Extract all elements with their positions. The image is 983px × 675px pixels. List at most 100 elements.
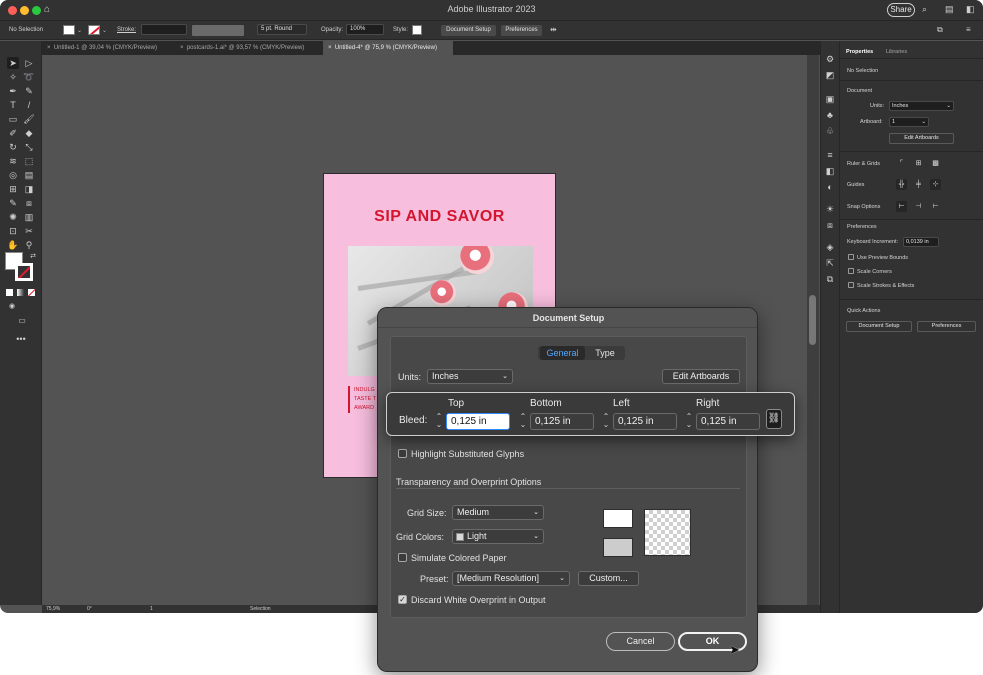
arrange-icon[interactable]: ⧉ (937, 25, 943, 35)
selection-tool-icon[interactable]: ➤ (7, 57, 19, 69)
lasso-tool-icon[interactable]: ➰ (23, 71, 35, 83)
layers-panel-icon[interactable]: ◈ (824, 241, 836, 253)
scale-tool-icon[interactable]: ⤡ (23, 141, 35, 153)
bleed-top-stepper-icon[interactable]: ⌃ ⌄ (433, 413, 445, 430)
snap-to-point-icon[interactable]: ⊢ (896, 201, 907, 212)
search-icon[interactable]: ⌕ (922, 4, 927, 15)
document-setup-button[interactable]: Document Setup (441, 25, 496, 36)
rulers-icon[interactable]: ⌜ (896, 158, 907, 169)
current-tool[interactable]: Selection (250, 606, 271, 612)
variable-width-profile[interactable] (192, 25, 244, 36)
doc-tab-postcards[interactable]: × postcards-1.ai* @ 93,57 % (CMYK/Previe… (175, 41, 323, 55)
artboard-tool-icon[interactable]: ⊡ (7, 225, 19, 237)
hand-tool-icon[interactable]: ✋ (7, 239, 19, 251)
none-mode-icon[interactable] (28, 289, 35, 296)
transparency-panel-icon[interactable]: ◐ (824, 181, 836, 193)
line-tool-icon[interactable]: / (23, 99, 35, 111)
bleed-top-input[interactable]: 0,125 in (446, 413, 510, 430)
smart-guides-icon[interactable]: ⊹ (930, 179, 941, 190)
magic-wand-tool-icon[interactable]: ✧ (7, 71, 19, 83)
cancel-button[interactable]: Cancel (606, 632, 675, 651)
live-paint-tool-icon[interactable]: ▤ (23, 169, 35, 181)
gradient-tool-icon[interactable]: ◨ (23, 183, 35, 195)
units-select[interactable]: Inches ⌄ (427, 369, 513, 384)
bleed-bottom-input[interactable]: 0,125 in (530, 413, 594, 430)
stroke-color-icon[interactable] (15, 263, 33, 281)
close-icon[interactable]: × (328, 45, 335, 51)
menu-icon[interactable]: ≡ (966, 25, 971, 34)
align-icon[interactable]: ⇹ (550, 25, 557, 34)
graphic-style-swatch[interactable] (412, 25, 422, 35)
column-graph-tool-icon[interactable]: ▥ (23, 211, 35, 223)
highlight-glyphs-checkbox[interactable] (398, 449, 407, 458)
rectangle-tool-icon[interactable]: ▭ (7, 113, 19, 125)
artboard-select[interactable]: 1 ⌄ (889, 117, 929, 127)
mesh-tool-icon[interactable]: ⊞ (7, 183, 19, 195)
zoom-tool-icon[interactable]: ⚲ (23, 239, 35, 251)
color-mode-icon[interactable] (6, 289, 13, 296)
scale-strokes-checkbox[interactable] (848, 282, 854, 288)
gradient-mode-icon[interactable] (17, 289, 24, 296)
close-icon[interactable]: × (180, 45, 187, 51)
lock-guides-icon[interactable]: ╪ (913, 179, 924, 190)
symbols-panel-icon[interactable]: ♣ (824, 109, 836, 121)
pen-tool-icon[interactable]: ✒ (7, 85, 19, 97)
discard-overprint-checkbox[interactable]: ✓ (398, 595, 407, 604)
rotation-value[interactable]: 0° (87, 606, 92, 612)
preferences-button[interactable]: Preferences (501, 25, 542, 36)
stroke-weight-field[interactable] (141, 24, 187, 35)
units-select[interactable]: Inches ⌄ (889, 101, 954, 111)
bleed-left-stepper-icon[interactable]: ⌃ ⌄ (600, 413, 612, 430)
preset-select[interactable]: [Medium Resolution] ⌄ (452, 571, 570, 586)
tab-general[interactable]: General (540, 346, 585, 360)
share-button[interactable]: Share (887, 3, 915, 17)
libraries-panel-icon[interactable]: ◩ (824, 69, 836, 81)
direct-selection-tool-icon[interactable]: ▷ (23, 57, 35, 69)
edit-artboards-button[interactable]: Edit Artboards (889, 133, 954, 144)
bleed-bottom-stepper-icon[interactable]: ⌃ ⌄ (517, 413, 529, 430)
simulate-paper-checkbox[interactable] (398, 553, 407, 562)
grid-colors-select[interactable]: Light ⌄ (452, 529, 544, 544)
opacity-field[interactable]: 100% (346, 24, 384, 35)
tab-type[interactable]: Type (587, 346, 623, 360)
fill-dropdown-icon[interactable]: ⌄ (77, 27, 82, 34)
rotate-tool-icon[interactable]: ↻ (7, 141, 19, 153)
stroke-dropdown-icon[interactable]: ⌄ (102, 27, 107, 34)
export-panel-icon[interactable]: ⇱ (824, 257, 836, 269)
transparency-grid-icon[interactable]: ▩ (930, 158, 941, 169)
brush-definition[interactable]: 5 pt. Round (257, 24, 307, 35)
type-tool-icon[interactable]: T (7, 99, 19, 111)
doc-tab-untitled-1[interactable]: × Untitled-1 @ 39,04 % (CMYK/Preview) (42, 41, 175, 55)
appearance-panel-icon[interactable]: ☀ (824, 203, 836, 215)
doc-tab-untitled-4[interactable]: × Untitled-4* @ 75,9 % (CMYK/Preview) (323, 41, 453, 55)
graphic-styles-panel-icon[interactable]: ⧈ (824, 219, 836, 231)
slice-tool-icon[interactable]: ✂ (23, 225, 35, 237)
stroke-panel-icon[interactable]: ≡ (824, 149, 836, 161)
grid-size-select[interactable]: Medium ⌄ (452, 505, 544, 520)
grid-icon[interactable]: ⊞ (913, 158, 924, 169)
snap-to-pixel-icon[interactable]: ⊣ (913, 201, 924, 212)
swap-fill-stroke-icon[interactable]: ⇄ (27, 251, 39, 263)
warp-tool-icon[interactable]: ≋ (7, 155, 19, 167)
shaper-tool-icon[interactable]: ✐ (7, 127, 19, 139)
brushes-panel-icon[interactable]: ♧ (824, 125, 836, 137)
scale-corners-checkbox[interactable] (848, 268, 854, 274)
properties-panel-icon[interactable]: ⚙ (824, 53, 836, 65)
draw-mode-icon[interactable]: ◉ (6, 301, 18, 313)
symbol-sprayer-tool-icon[interactable]: ✺ (7, 211, 19, 223)
curvature-tool-icon[interactable]: ✎ (23, 85, 35, 97)
free-transform-tool-icon[interactable]: ⬚ (23, 155, 35, 167)
quick-document-setup-button[interactable]: Document Setup (846, 321, 912, 332)
link-bleed-values-icon[interactable]: ⛓ (766, 409, 782, 429)
stroke-label[interactable]: Stroke: (117, 27, 136, 33)
shape-builder-tool-icon[interactable]: ◎ (7, 169, 19, 181)
bleed-left-input[interactable]: 0,125 in (613, 413, 677, 430)
fill-swatch[interactable] (63, 25, 75, 35)
bleed-right-input[interactable]: 0,125 in (696, 413, 760, 430)
grid-color-dark-swatch[interactable] (603, 538, 633, 557)
use-preview-bounds-checkbox[interactable] (848, 254, 854, 260)
show-guides-icon[interactable]: ╬ (896, 179, 907, 190)
tab-properties[interactable]: Properties (846, 49, 873, 55)
stroke-swatch[interactable] (88, 25, 100, 35)
keyboard-increment-field[interactable]: 0,0139 in (903, 237, 939, 247)
